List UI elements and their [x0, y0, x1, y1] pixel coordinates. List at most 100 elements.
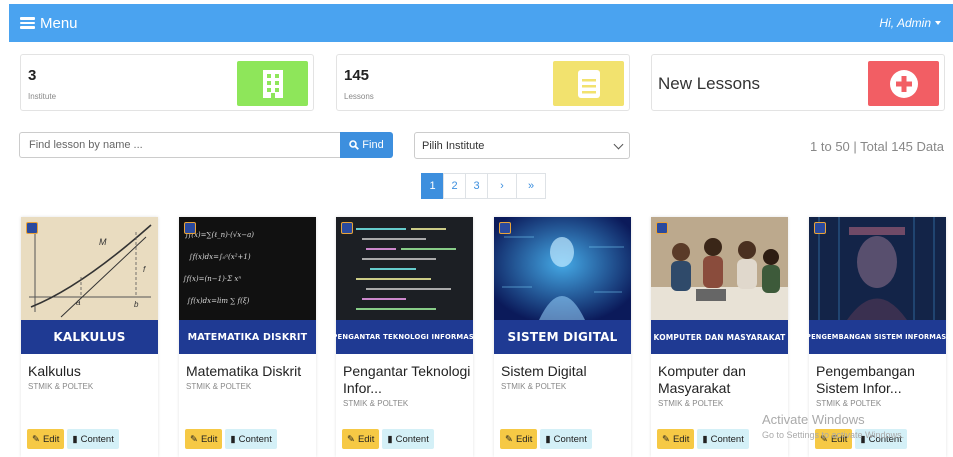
- lesson-thumbnail: ∫f(x)=∑(ℓ_n)·(√x−a) ∫f(x)dx=∫₀ᵃ(x²+1) ∫f…: [179, 217, 316, 320]
- lesson-title: Kalkulus: [28, 363, 81, 379]
- page-1[interactable]: 1: [421, 173, 444, 199]
- svg-text:∫f(x)dx=∫₀ᵃ(x²+1): ∫f(x)dx=∫₀ᵃ(x²+1): [189, 253, 251, 261]
- lesson-banner: SISTEM DIGITAL: [494, 320, 631, 354]
- institute-logo-icon: [26, 222, 38, 234]
- lesson-card[interactable]: M f a b KALKULUS Kalkulus STMIK & POLTEK…: [21, 217, 158, 457]
- lesson-banner: MATEMATIKA DISKRIT: [179, 320, 316, 354]
- content-label: Content: [710, 433, 744, 445]
- institute-select[interactable]: Pilih Institute: [414, 132, 630, 159]
- hamburger-icon: [20, 17, 35, 29]
- edit-icon: ✎: [662, 433, 670, 445]
- edit-button[interactable]: ✎ Edit: [27, 429, 65, 449]
- menu-label: Menu: [40, 14, 78, 32]
- lesson-institute: STMIK & POLTEK: [186, 382, 252, 391]
- lesson-banner: KOMPUTER DAN MASYARAKAT: [651, 320, 788, 354]
- chevron-down-icon: [613, 139, 624, 150]
- content-button[interactable]: ▮ Content: [225, 429, 277, 449]
- document-icon: [553, 61, 624, 106]
- edit-icon: ✎: [505, 433, 513, 445]
- caret-down-icon: [935, 21, 941, 25]
- stat-number: 3: [28, 67, 37, 84]
- edit-label: Edit: [357, 433, 375, 445]
- menu-toggle[interactable]: Menu: [20, 15, 78, 32]
- institute-logo-icon: [341, 222, 353, 234]
- last-page-button[interactable]: »: [516, 173, 546, 199]
- stat-label: Institute: [28, 92, 57, 101]
- svg-text:∫f(x)=(n−1)⋅Σ xⁿ: ∫f(x)=(n−1)⋅Σ xⁿ: [183, 275, 241, 283]
- lesson-institute: STMIK & POLTEK: [501, 382, 567, 391]
- activate-windows-watermark: Activate Windows: [762, 412, 865, 427]
- lesson-card[interactable]: PENGANTAR TEKNOLOGI INFORMASI Pengantar …: [332, 217, 476, 457]
- next-page-button[interactable]: ›: [487, 173, 517, 199]
- lesson-title: Matematika Diskrit: [186, 363, 302, 379]
- search-input[interactable]: [19, 132, 340, 158]
- lesson-title: Pengembangan Sistem Infor...: [816, 363, 915, 396]
- find-button[interactable]: Find: [340, 132, 393, 158]
- lesson-title: Sistem Digital: [501, 363, 587, 379]
- content-button[interactable]: ▮ Content: [382, 429, 434, 449]
- lesson-card[interactable]: ∫f(x)=∑(ℓ_n)·(√x−a) ∫f(x)dx=∫₀ᵃ(x²+1) ∫f…: [179, 217, 316, 457]
- edit-button[interactable]: ✎ Edit: [500, 429, 538, 449]
- building-icon: [237, 61, 308, 106]
- lesson-title: Komputer dan Masyarakat: [658, 363, 746, 396]
- svg-text:b: b: [134, 300, 139, 309]
- lesson-institute: STMIK & POLTEK: [658, 399, 724, 408]
- lesson-title: Pengantar Teknologi Infor...: [343, 363, 471, 396]
- new-lesson-card[interactable]: New Lessons: [651, 54, 945, 111]
- content-label: Content: [395, 433, 429, 445]
- stat-label: Lessons: [344, 92, 374, 101]
- institute-logo-icon: [499, 222, 511, 234]
- edit-icon: ✎: [190, 433, 198, 445]
- edit-icon: ✎: [32, 433, 40, 445]
- institute-logo-icon: [656, 222, 668, 234]
- edit-label: Edit: [200, 433, 218, 445]
- results-summary: 1 to 50 | Total 145 Data: [810, 139, 944, 154]
- plus-circle-icon[interactable]: [868, 61, 939, 106]
- top-navbar: Menu Hi, Admin: [9, 4, 953, 42]
- new-lessons-title: New Lessons: [658, 74, 761, 93]
- content-button[interactable]: ▮ Content: [697, 429, 749, 449]
- institute-select-value: Pilih Institute: [422, 139, 485, 152]
- content-button[interactable]: ▮ Content: [540, 429, 592, 449]
- institute-logo-icon: [814, 222, 826, 234]
- lesson-thumbnail: [809, 217, 946, 320]
- file-icon: ▮: [702, 433, 708, 445]
- activate-windows-subtext: Go to Settings to activate Windows.: [762, 430, 905, 440]
- svg-text:∫f(x)dx=lim ∑ f(ξ): ∫f(x)dx=lim ∑ f(ξ): [187, 297, 250, 305]
- file-icon: ▮: [72, 433, 78, 445]
- user-dropdown[interactable]: Hi, Admin: [879, 16, 941, 30]
- edit-label: Edit: [42, 433, 60, 445]
- page-3[interactable]: 3: [465, 173, 488, 199]
- institute-logo-icon: [184, 222, 196, 234]
- search-icon: [349, 140, 360, 150]
- edit-icon: ✎: [347, 433, 355, 445]
- content-label: Content: [80, 433, 114, 445]
- edit-label: Edit: [672, 433, 690, 445]
- edit-button[interactable]: ✎ Edit: [342, 429, 380, 449]
- lesson-card[interactable]: SISTEM DIGITAL Sistem Digital STMIK & PO…: [494, 217, 631, 457]
- lesson-institute: STMIK & POLTEK: [28, 382, 94, 391]
- content-label: Content: [553, 433, 587, 445]
- stat-card-lessons: 145 Lessons: [336, 54, 630, 111]
- file-icon: ▮: [387, 433, 393, 445]
- lesson-thumbnail: M f a b: [21, 217, 158, 320]
- edit-button[interactable]: ✎ Edit: [185, 429, 223, 449]
- lesson-banner: PENGEMBANGAN SISTEM INFORMASI: [806, 320, 949, 354]
- stat-card-institute: 3 Institute: [20, 54, 314, 111]
- find-button-label: Find: [362, 139, 384, 151]
- edit-label: Edit: [515, 433, 533, 445]
- lesson-thumbnail: [494, 217, 631, 320]
- lesson-banner: PENGANTAR TEKNOLOGI INFORMASI: [332, 320, 476, 354]
- svg-text:a: a: [76, 298, 81, 307]
- user-label: Hi, Admin: [879, 16, 931, 30]
- lesson-thumbnail: [336, 217, 473, 320]
- file-icon: ▮: [230, 433, 236, 445]
- lesson-banner: KALKULUS: [21, 320, 158, 354]
- page-2[interactable]: 2: [443, 173, 466, 199]
- content-label: Content: [238, 433, 272, 445]
- file-icon: ▮: [545, 433, 551, 445]
- lesson-institute: STMIK & POLTEK: [816, 399, 882, 408]
- edit-button[interactable]: ✎ Edit: [657, 429, 695, 449]
- content-button[interactable]: ▮ Content: [67, 429, 119, 449]
- lesson-institute: STMIK & POLTEK: [343, 399, 409, 408]
